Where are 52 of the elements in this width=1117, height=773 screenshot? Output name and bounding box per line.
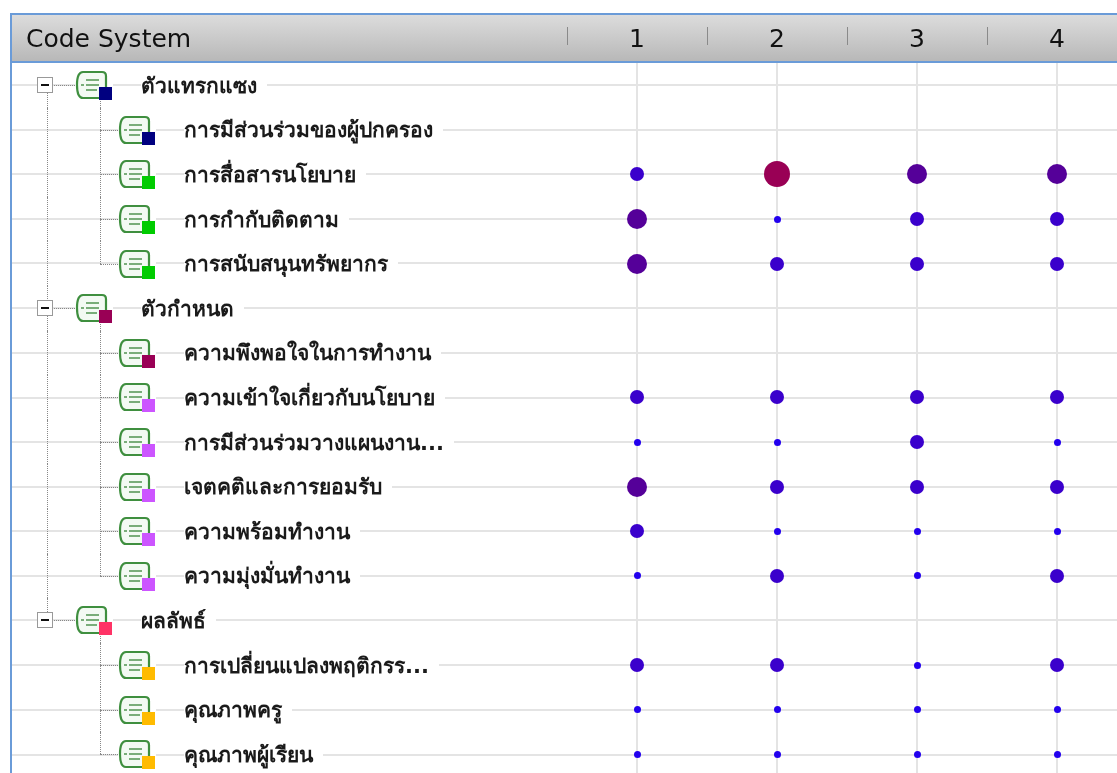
- collapse-icon[interactable]: [37, 77, 53, 94]
- frequency-dot[interactable]: [627, 253, 647, 274]
- frequency-dot[interactable]: [1050, 479, 1064, 494]
- frequency-dot[interactable]: [630, 658, 644, 672]
- frequency-dot[interactable]: [764, 161, 790, 188]
- column-header[interactable]: 3: [909, 23, 925, 53]
- frequency-dot[interactable]: [1050, 568, 1064, 583]
- frequency-dot[interactable]: [913, 706, 921, 714]
- frequency-dot[interactable]: [913, 661, 921, 669]
- column-header[interactable]: 2: [769, 23, 785, 53]
- frequency-dot[interactable]: [627, 209, 647, 230]
- frequency-dot[interactable]: [1053, 527, 1061, 535]
- frequency-dot[interactable]: [770, 256, 784, 271]
- column-header[interactable]: 1: [629, 23, 645, 53]
- frequency-dot[interactable]: [770, 390, 784, 405]
- frequency-dot[interactable]: [913, 750, 921, 758]
- frequency-dot[interactable]: [910, 479, 924, 494]
- frequency-dot[interactable]: [1053, 750, 1061, 758]
- frequency-dot[interactable]: [910, 435, 924, 450]
- frequency-dot[interactable]: [633, 750, 641, 758]
- frequency-dot[interactable]: [1050, 256, 1064, 271]
- frequency-dot[interactable]: [913, 572, 921, 580]
- frequency-dot[interactable]: [630, 524, 644, 539]
- column-header[interactable]: Code System: [26, 23, 192, 53]
- frequency-dot[interactable]: [1047, 164, 1067, 185]
- frequency-dot[interactable]: [773, 706, 781, 714]
- frequency-dot[interactable]: [1053, 438, 1061, 446]
- frequency-dot[interactable]: [910, 212, 924, 227]
- frequency-dot[interactable]: [770, 479, 784, 494]
- frequency-dot[interactable]: [770, 658, 784, 672]
- frequency-dot[interactable]: [773, 527, 781, 535]
- frequency-dot[interactable]: [1050, 212, 1064, 227]
- frequency-dot[interactable]: [773, 215, 781, 223]
- frequency-dot[interactable]: [630, 390, 644, 405]
- frequency-dot[interactable]: [913, 527, 921, 535]
- frequency-dot[interactable]: [1050, 390, 1064, 405]
- frequency-dot[interactable]: [910, 390, 924, 405]
- frequency-dot[interactable]: [1050, 658, 1064, 672]
- frequency-dot[interactable]: [627, 476, 647, 497]
- frequency-dot[interactable]: [773, 750, 781, 758]
- frequency-dot[interactable]: [910, 256, 924, 271]
- collapse-icon[interactable]: [37, 300, 53, 317]
- column-header[interactable]: 4: [1049, 23, 1065, 53]
- frequency-dot[interactable]: [1053, 706, 1061, 714]
- collapse-icon[interactable]: [37, 612, 53, 629]
- frequency-dot[interactable]: [633, 438, 641, 446]
- frequency-dot[interactable]: [773, 438, 781, 446]
- frequency-dot[interactable]: [633, 706, 641, 714]
- frequency-dot[interactable]: [633, 572, 641, 580]
- frequency-dot[interactable]: [770, 568, 784, 583]
- frequency-dot[interactable]: [907, 164, 927, 185]
- frequency-dot[interactable]: [630, 167, 644, 182]
